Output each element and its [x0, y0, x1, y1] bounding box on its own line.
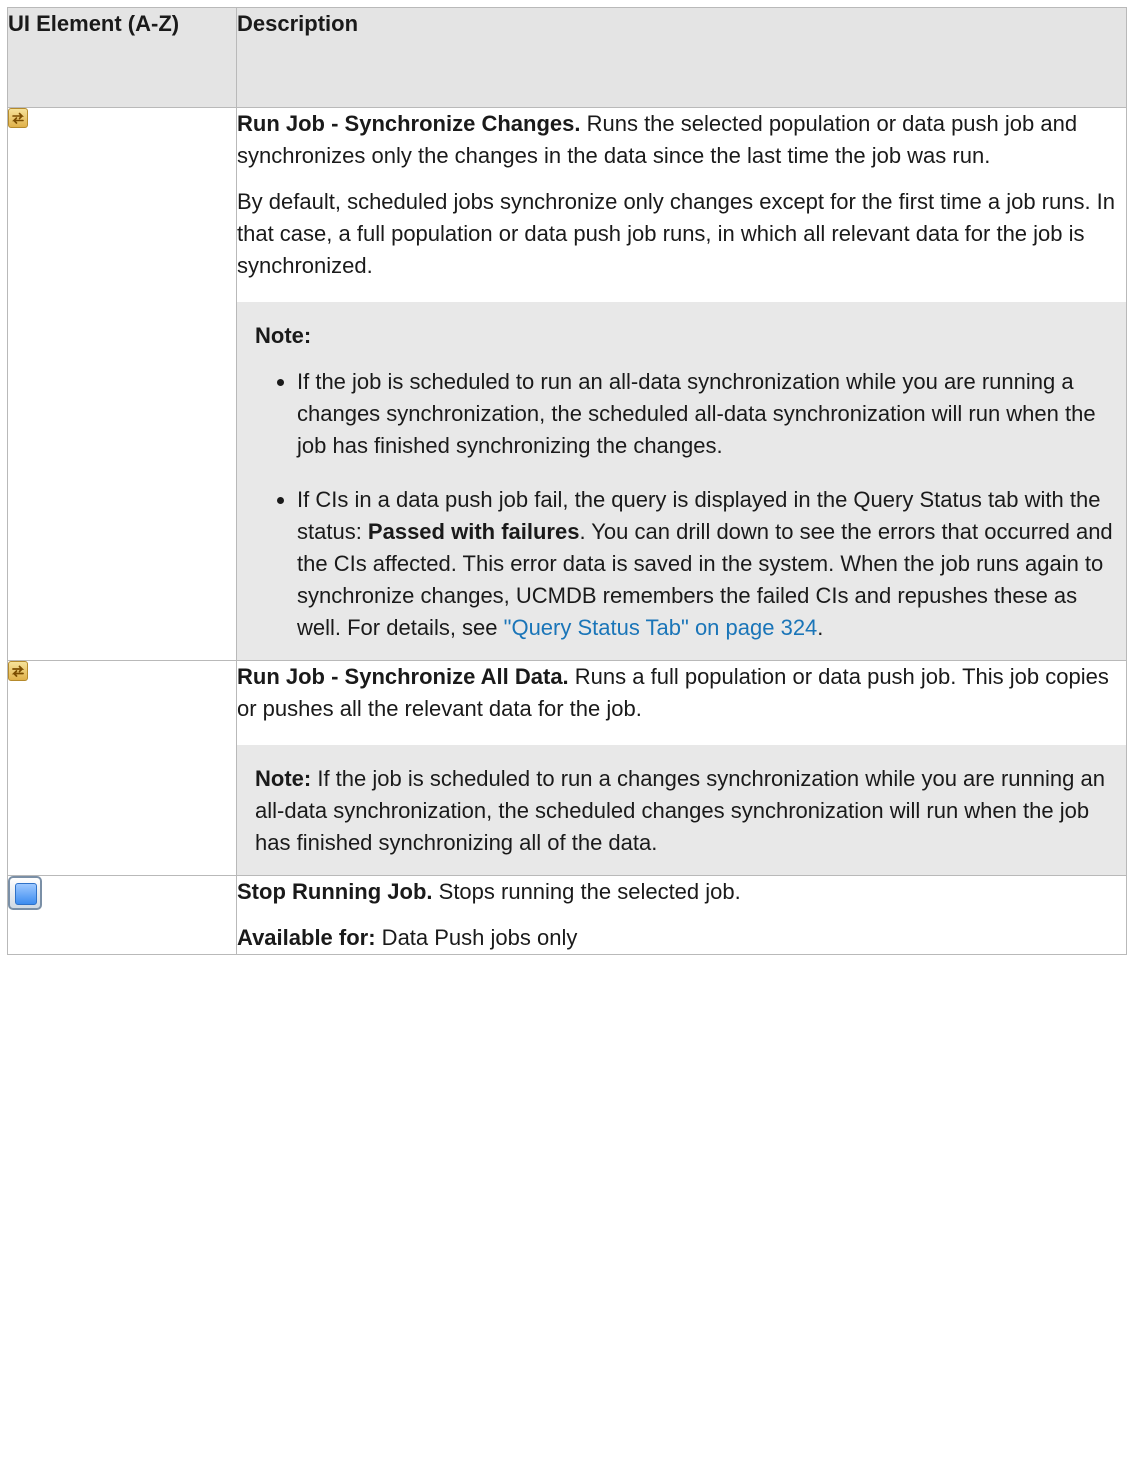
header-description: Description [236, 7, 1127, 108]
element-title: Run Job - Synchronize Changes. [237, 111, 581, 136]
element-title: Stop Running Job. [237, 879, 433, 904]
note-box: Note: If the job is scheduled to run an … [237, 302, 1127, 660]
description-paragraph: By default, scheduled jobs synchronize o… [237, 189, 1116, 278]
element-description: Stops running the selected job. [432, 879, 741, 904]
description-paragraph: Stop Running Job. Stops running the sele… [237, 876, 1126, 908]
note-text: If the job is scheduled to run a changes… [255, 766, 1105, 855]
header-ui-element: UI Element (A-Z) [7, 7, 237, 108]
stop-icon [8, 876, 42, 910]
element-title: Run Job - Synchronize All Data. [237, 664, 569, 689]
note-paragraph: Note: If the job is scheduled to run a c… [255, 763, 1121, 859]
note-text: . [817, 615, 824, 640]
table-row: Run Job - Synchronize Changes. Runs the … [7, 107, 1127, 661]
availability-paragraph: Available for: Data Push jobs only [237, 922, 1126, 954]
description-cell: Run Job - Synchronize Changes. Runs the … [236, 107, 1127, 661]
table-header-row: UI Element (A-Z) Description [7, 7, 1127, 108]
sync-all-data-icon [8, 661, 28, 681]
note-bullet: If the job is scheduled to run an all-da… [277, 366, 1121, 462]
ui-element-cell [7, 875, 237, 955]
ui-elements-table: UI Element (A-Z) Description Run Job - S… [7, 7, 1127, 955]
description-cell: Run Job - Synchronize All Data. Runs a f… [236, 660, 1127, 876]
description-cell: Stop Running Job. Stops running the sele… [236, 875, 1127, 955]
note-list: If the job is scheduled to run an all-da… [255, 366, 1121, 644]
description-paragraph: Run Job - Synchronize Changes. Runs the … [237, 108, 1126, 172]
description-paragraph: Run Job - Synchronize All Data. Runs a f… [237, 661, 1126, 725]
table-row: Stop Running Job. Stops running the sele… [7, 875, 1127, 955]
ui-element-cell [7, 660, 237, 876]
query-status-tab-link[interactable]: "Query Status Tab" on page 324 [504, 615, 818, 640]
availability-text: Data Push jobs only [375, 925, 578, 950]
status-text: Passed with failures [367, 519, 580, 544]
note-bullet: If CIs in a data push job fail, the quer… [277, 484, 1121, 644]
note-label: Note: [255, 766, 312, 791]
ui-element-cell [7, 107, 237, 661]
sync-changes-icon [8, 108, 28, 128]
table-row: Run Job - Synchronize All Data. Runs a f… [7, 660, 1127, 876]
note-box: Note: If the job is scheduled to run a c… [237, 745, 1127, 875]
availability-label: Available for: [237, 925, 376, 950]
note-label: Note: [255, 323, 312, 348]
